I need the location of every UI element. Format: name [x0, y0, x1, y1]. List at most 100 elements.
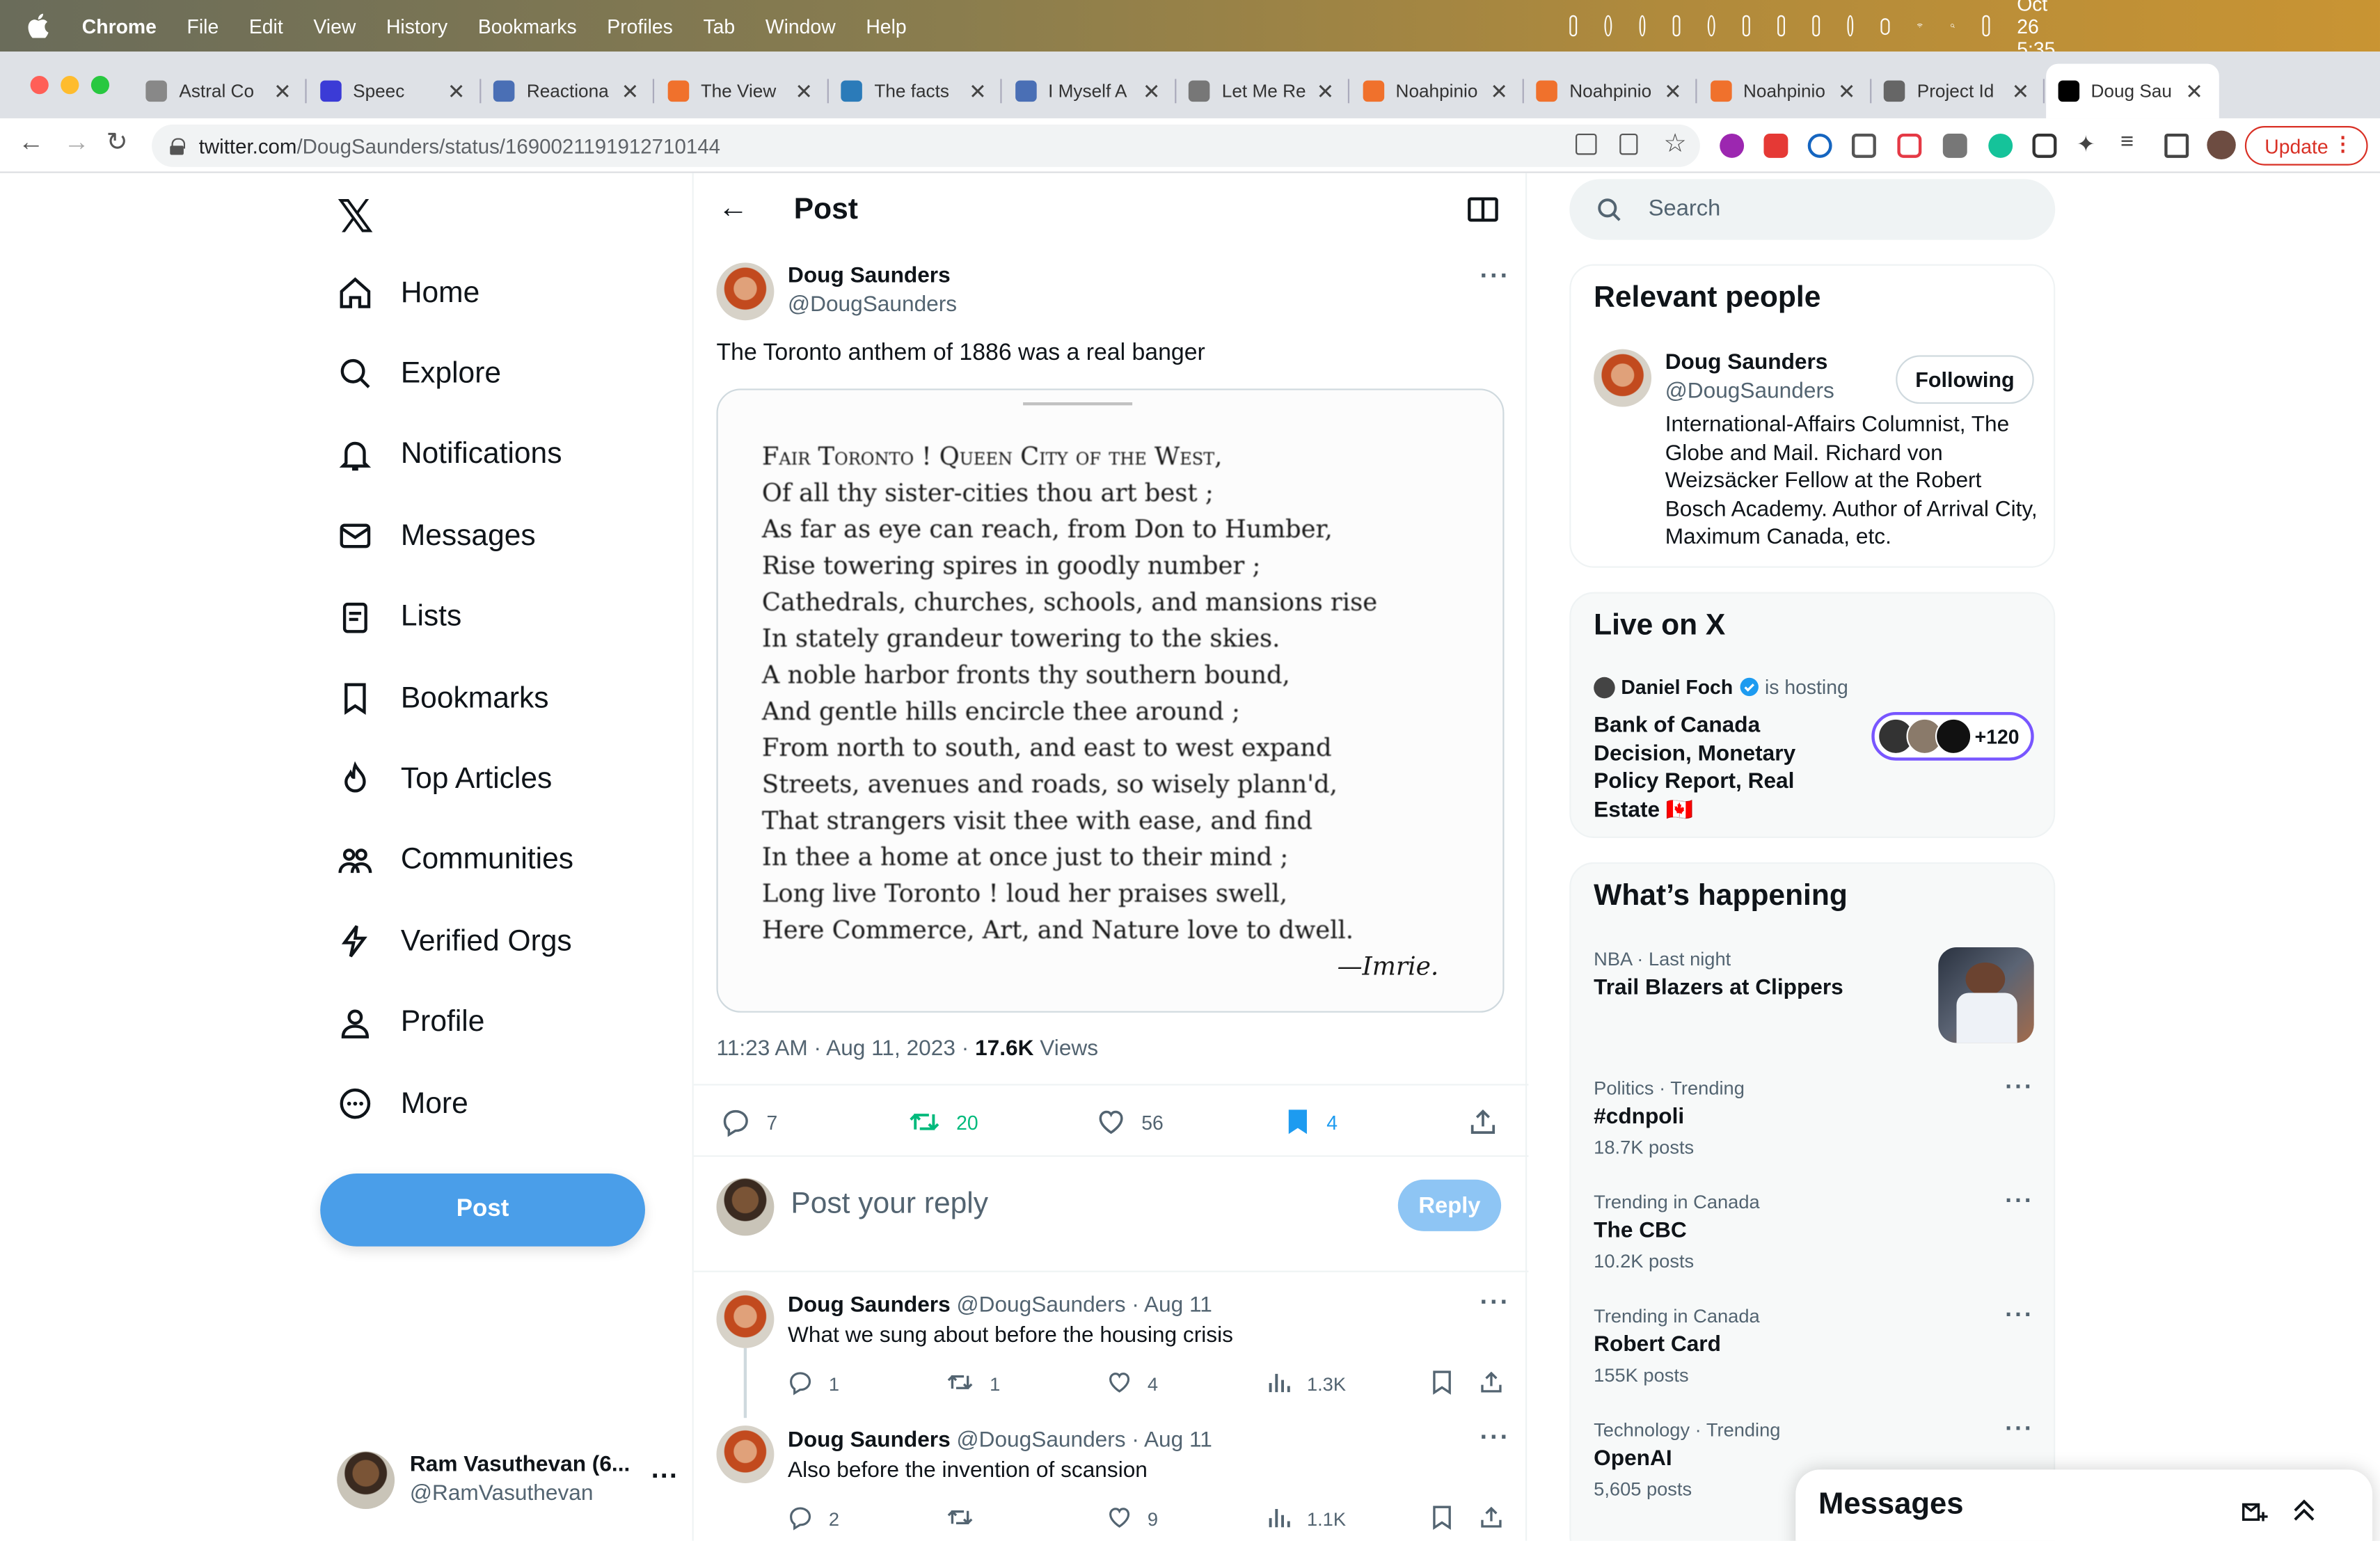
reply-author[interactable]: Doug Saunders @DougSaunders · Aug 11: [788, 1293, 1212, 1318]
browser-tab[interactable]: Noahpinio ✕: [1698, 64, 1871, 119]
menu-profiles[interactable]: Profiles: [607, 15, 673, 38]
extension-red-icon[interactable]: [1763, 133, 1788, 158]
menu-history[interactable]: History: [386, 15, 447, 38]
person-handle[interactable]: @DougSaunders: [1665, 379, 1834, 404]
close-tab-icon[interactable]: ✕: [1490, 79, 1508, 104]
browser-tab[interactable]: Let Me Re ✕: [1176, 64, 1350, 119]
browser-tab[interactable]: Noahpinio ✕: [1524, 64, 1697, 119]
minimize-window-button[interactable]: [61, 76, 79, 95]
install-app-icon[interactable]: [1576, 133, 1597, 155]
browser-tab[interactable]: Speec ✕: [308, 64, 481, 119]
more-dots-icon[interactable]: ···: [651, 1460, 679, 1492]
nav-item-explore[interactable]: Explore: [337, 344, 501, 404]
close-tab-icon[interactable]: ✕: [795, 79, 813, 104]
search-input[interactable]: Search: [1569, 179, 2056, 240]
reply-like-action[interactable]: 4: [1106, 1369, 1158, 1400]
reader-mode-icon[interactable]: [1468, 197, 1498, 222]
like-action[interactable]: 56: [1096, 1107, 1164, 1137]
extension-password-icon[interactable]: [1807, 133, 1832, 158]
reply-share-action[interactable]: [1478, 1504, 1519, 1535]
close-tab-icon[interactable]: ✕: [447, 79, 466, 104]
post-timestamp[interactable]: 11:23 AM · Aug 11, 2023 ·: [716, 1037, 975, 1061]
avatar[interactable]: [716, 1425, 775, 1483]
share-action[interactable]: [1468, 1107, 1513, 1137]
author-handle[interactable]: @DougSaunders: [788, 293, 957, 317]
wifi-icon[interactable]: [1917, 15, 1923, 37]
status-user-icon[interactable]: [1708, 15, 1715, 37]
address-bar[interactable]: twitter.com/DougSaunders/status/16900211…: [152, 124, 1700, 167]
share-icon[interactable]: [1619, 133, 1638, 155]
close-tab-icon[interactable]: ✕: [1838, 79, 1856, 104]
browser-tab[interactable]: Reactiona ✕: [481, 64, 655, 119]
browser-tab[interactable]: The View ✕: [655, 64, 828, 119]
back-arrow-icon[interactable]: ←: [718, 191, 749, 226]
reply-action[interactable]: 7: [721, 1107, 777, 1137]
battery-icon[interactable]: [1881, 17, 1891, 35]
nav-item-top-articles[interactable]: Top Articles: [337, 749, 552, 809]
zoom-window-button[interactable]: [90, 76, 110, 95]
lock-icon[interactable]: [170, 137, 186, 155]
reply-button[interactable]: Reply: [1397, 1179, 1502, 1231]
nav-item-notifications[interactable]: Notifications: [337, 425, 562, 485]
person-name[interactable]: Doug Saunders: [1665, 351, 1828, 375]
repost-action[interactable]: 20: [907, 1107, 978, 1137]
extension-badge-icon[interactable]: [1942, 133, 1967, 158]
menu-app-name[interactable]: Chrome: [82, 15, 157, 38]
status-app-icon[interactable]: [1569, 15, 1577, 37]
side-panel-icon[interactable]: [2164, 133, 2189, 158]
menu-file[interactable]: File: [187, 15, 219, 38]
close-tab-icon[interactable]: ✕: [2185, 79, 2203, 104]
play-icon[interactable]: [1846, 15, 1855, 37]
status-triangle-icon[interactable]: [1673, 15, 1681, 37]
kebab-menu-icon[interactable]: ⋮: [2333, 132, 2352, 157]
extension-building-icon[interactable]: [1851, 133, 1876, 158]
back-arrow-icon[interactable]: ←: [18, 127, 44, 158]
x-logo-icon[interactable]: 𝕏: [337, 191, 374, 244]
reply-input[interactable]: Post your reply: [791, 1187, 988, 1222]
reply-views-action[interactable]: 1.1K: [1267, 1504, 1346, 1533]
menu-view[interactable]: View: [313, 15, 356, 38]
trend-item[interactable]: Trending in Canada Robert Card 155K posts ·…: [1594, 1302, 2034, 1386]
close-tab-icon[interactable]: ✕: [2012, 79, 2030, 104]
browser-tab[interactable]: Project Id ✕: [1871, 64, 2045, 119]
close-tab-icon[interactable]: ✕: [969, 79, 987, 104]
reload-icon[interactable]: ↻: [106, 127, 128, 158]
reply-bookmark-action[interactable]: [1430, 1369, 1470, 1400]
close-tab-icon[interactable]: ✕: [1317, 79, 1335, 104]
display-icon[interactable]: [1777, 15, 1785, 37]
menu-window[interactable]: Window: [765, 15, 836, 38]
reply-more-icon[interactable]: ···: [1480, 1288, 1511, 1318]
trend-more-icon[interactable]: ···: [2005, 1075, 2033, 1102]
browser-tab[interactable]: The facts ✕: [829, 64, 1002, 119]
trend-item[interactable]: NBA · Last night Trail Blazers at Clipper…: [1594, 949, 2034, 1000]
reply-repost-action[interactable]: [946, 1504, 990, 1535]
reply-like-action[interactable]: 9: [1106, 1504, 1158, 1535]
reply-views-action[interactable]: 1.3K: [1267, 1369, 1346, 1398]
spotlight-search-icon[interactable]: [1951, 15, 1955, 37]
status-calendar-icon[interactable]: [1743, 15, 1750, 37]
close-tab-icon[interactable]: ✕: [621, 79, 640, 104]
post-image[interactable]: Fair Toronto ! Queen City of the West, Of…: [716, 388, 1505, 1013]
nav-item-messages[interactable]: Messages: [337, 506, 536, 567]
menu-bookmarks[interactable]: Bookmarks: [478, 15, 577, 38]
browser-tab[interactable]: Doug Sau ✕: [2045, 63, 2219, 119]
extension-purple-icon[interactable]: [1720, 133, 1745, 158]
bookmark-star-icon[interactable]: ☆: [1664, 129, 1688, 157]
menu-tab[interactable]: Tab: [703, 15, 735, 38]
live-host[interactable]: Daniel Foch is hosting: [1594, 676, 1848, 698]
messages-drawer[interactable]: Messages: [1795, 1469, 2373, 1541]
new-message-icon[interactable]: [2239, 1497, 2269, 1528]
nav-item-lists[interactable]: Lists: [337, 587, 461, 647]
apple-icon[interactable]: [27, 13, 49, 38]
reply-reply-action[interactable]: 2: [788, 1504, 839, 1535]
live-space-title[interactable]: Bank of Canada Decision, Monetary Policy…: [1594, 712, 1852, 824]
browser-tab[interactable]: I Myself A ✕: [1003, 64, 1176, 119]
nav-item-home[interactable]: Home: [337, 262, 479, 323]
nav-item-more[interactable]: More: [337, 1073, 468, 1134]
live-listeners[interactable]: +120: [1871, 711, 2034, 761]
forward-arrow-icon[interactable]: →: [64, 127, 90, 158]
extensions-puzzle-icon[interactable]: ✦: [2077, 131, 2101, 158]
author-name[interactable]: Doug Saunders: [788, 264, 951, 289]
close-window-button[interactable]: [30, 76, 49, 95]
trend-more-icon[interactable]: ···: [2005, 1302, 2033, 1329]
